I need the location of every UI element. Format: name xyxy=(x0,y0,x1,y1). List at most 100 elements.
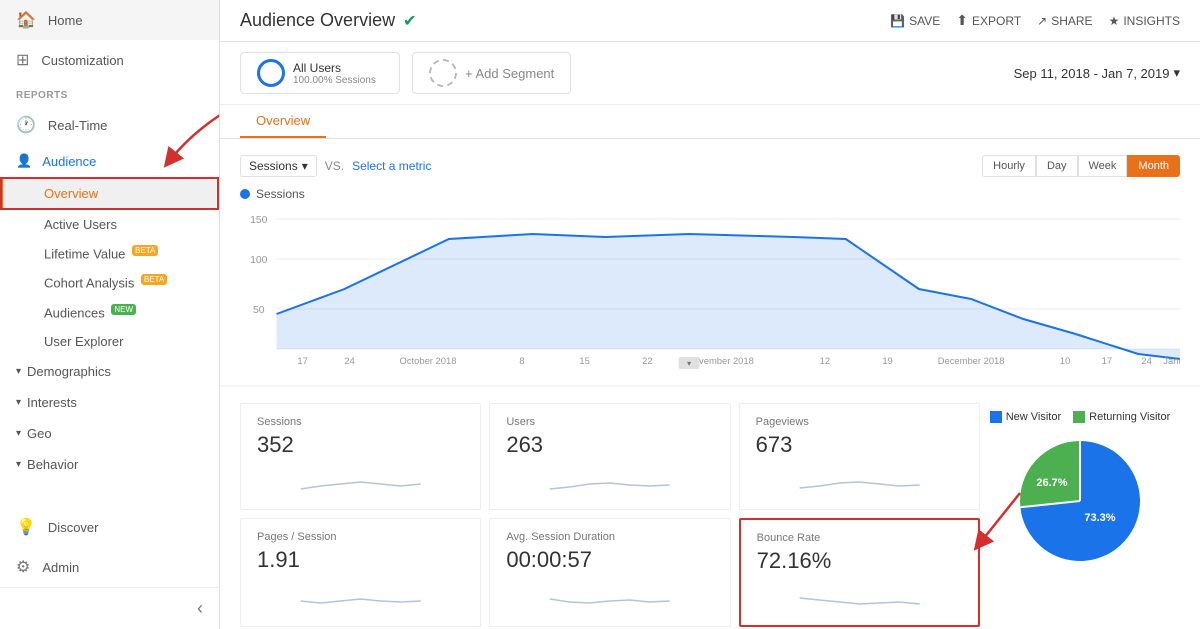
svg-text:150: 150 xyxy=(250,215,268,226)
export-button[interactable]: ⬆ EXPORT xyxy=(956,12,1021,29)
grid-icon: ⊞ xyxy=(16,50,29,70)
page-title-text: Audience Overview xyxy=(240,10,395,31)
pages-session-stat-label: Pages / Session xyxy=(257,531,464,543)
all-users-segment[interactable]: All Users 100.00% Sessions xyxy=(240,52,400,94)
sidebar-item-lifetime-value[interactable]: Lifetime Value BETA xyxy=(0,239,219,268)
add-segment-circle xyxy=(429,59,457,87)
avg-session-stat-value: 00:00:57 xyxy=(506,547,713,573)
lifetime-value-label: Lifetime Value xyxy=(44,246,125,261)
sidebar-item-realtime[interactable]: 🕐 Real-Time xyxy=(0,105,219,145)
svg-text:▾: ▾ xyxy=(687,359,691,368)
active-users-label: Active Users xyxy=(44,217,117,232)
sidebar-item-user-explorer[interactable]: User Explorer xyxy=(0,327,219,356)
stat-card-pages-session: Pages / Session 1.91 xyxy=(240,518,481,627)
svg-text:26.7%: 26.7% xyxy=(1036,477,1067,489)
svg-text:8: 8 xyxy=(519,356,524,366)
date-range-picker[interactable]: Sep 11, 2018 - Jan 7, 2019 ▾ xyxy=(1014,65,1180,81)
bounce-rate-stat-value: 72.16% xyxy=(757,548,962,574)
behavior-label: Behavior xyxy=(27,457,78,472)
sidebar-item-behavior[interactable]: ▾ Behavior xyxy=(0,449,219,480)
sidebar-item-cohort-analysis[interactable]: Cohort Analysis BETA xyxy=(0,268,219,297)
stat-card-users: Users 263 xyxy=(489,403,730,510)
stats-area: Sessions 352 Users 263 Pageviews 673 xyxy=(220,387,1200,629)
pages-session-stat-value: 1.91 xyxy=(257,547,464,573)
admin-icon: ⚙ xyxy=(16,557,30,577)
new-visitor-legend: New Visitor xyxy=(990,411,1061,423)
sidebar-item-audience[interactable]: 👤 Audience xyxy=(0,145,219,177)
insights-button[interactable]: ★ INSIGHTS xyxy=(1109,14,1180,28)
pageviews-stat-label: Pageviews xyxy=(756,416,963,428)
sessions-metric-label: Sessions xyxy=(249,159,298,173)
sidebar-item-customization[interactable]: ⊞ Customization xyxy=(0,40,219,80)
insights-icon: ★ xyxy=(1109,14,1120,28)
sidebar-item-admin[interactable]: ⚙ Admin xyxy=(0,547,219,587)
save-button[interactable]: 💾 SAVE xyxy=(890,14,940,28)
stat-card-avg-session: Avg. Session Duration 00:00:57 xyxy=(489,518,730,627)
sessions-metric-select[interactable]: Sessions ▾ xyxy=(240,155,317,177)
month-button[interactable]: Month xyxy=(1127,155,1180,177)
main-content: Audience Overview ✔ 💾 SAVE ⬆ EXPORT ↗ SH… xyxy=(220,0,1200,629)
returning-visitor-color xyxy=(1073,411,1085,423)
chevron-behavior-icon: ▾ xyxy=(16,459,21,470)
all-users-label: All Users xyxy=(293,61,376,75)
add-segment-button[interactable]: + Add Segment xyxy=(412,52,571,94)
sidebar-item-interests[interactable]: ▾ Interests xyxy=(0,387,219,418)
select-metric-button[interactable]: Select a metric xyxy=(352,159,431,173)
sidebar-item-active-users[interactable]: Active Users xyxy=(0,210,219,239)
sidebar-item-geo[interactable]: ▾ Geo xyxy=(0,418,219,449)
week-button[interactable]: Week xyxy=(1078,155,1128,177)
sessions-stat-value: 352 xyxy=(257,432,464,458)
share-button[interactable]: ↗ SHARE xyxy=(1037,14,1092,28)
svg-text:Janua...: Janua... xyxy=(1163,356,1180,366)
new-visitor-color xyxy=(990,411,1002,423)
share-icon: ↗ xyxy=(1037,14,1047,28)
svg-text:17: 17 xyxy=(1102,356,1112,366)
svg-text:12: 12 xyxy=(820,356,830,366)
svg-text:24: 24 xyxy=(1141,356,1151,366)
demographics-label: Demographics xyxy=(27,364,111,379)
returning-visitor-slice xyxy=(1020,441,1080,507)
segments-date-bar: All Users 100.00% Sessions + Add Segment… xyxy=(220,42,1200,105)
sidebar-item-audiences[interactable]: Audiences NEW xyxy=(0,298,219,327)
sessions-mini-chart xyxy=(257,464,464,494)
stat-card-sessions: Sessions 352 xyxy=(240,403,481,510)
date-range-label: Sep 11, 2018 - Jan 7, 2019 xyxy=(1014,66,1170,81)
sidebar-item-home[interactable]: 🏠 Home xyxy=(0,0,219,40)
content-area: All Users 100.00% Sessions + Add Segment… xyxy=(220,42,1200,629)
insights-label: INSIGHTS xyxy=(1123,14,1180,28)
bounce-rate-mini-chart xyxy=(757,580,962,610)
pie-chart-area: New Visitor Returning Visitor xyxy=(980,403,1180,627)
chart-area: Sessions ▾ VS. Select a metric Hourly Da… xyxy=(220,139,1200,385)
date-range-chevron-icon: ▾ xyxy=(1173,65,1180,81)
new-visitor-label: New Visitor xyxy=(1006,411,1061,423)
svg-text:100: 100 xyxy=(250,255,268,266)
sessions-legend-label: Sessions xyxy=(256,187,305,201)
sidebar: 🏠 Home ⊞ Customization REPORTS 🕐 Real-Ti… xyxy=(0,0,220,629)
all-users-circle xyxy=(257,59,285,87)
pie-legend: New Visitor Returning Visitor xyxy=(990,411,1171,423)
realtime-label: Real-Time xyxy=(48,118,107,133)
verified-icon: ✔ xyxy=(403,11,416,31)
sidebar-item-overview[interactable]: Overview xyxy=(0,177,219,210)
sessions-stat-label: Sessions xyxy=(257,416,464,428)
day-button[interactable]: Day xyxy=(1036,155,1078,177)
svg-text:22: 22 xyxy=(642,356,652,366)
avg-session-mini-chart xyxy=(506,579,713,609)
svg-text:December 2018: December 2018 xyxy=(938,356,1005,366)
home-icon: 🏠 xyxy=(16,10,36,30)
stat-card-bounce-rate: Bounce Rate 72.16% xyxy=(739,518,980,627)
export-icon: ⬆ xyxy=(956,12,968,29)
collapse-sidebar-button[interactable]: ‹ xyxy=(0,587,219,629)
sidebar-item-customization-label: Customization xyxy=(41,53,123,68)
sidebar-item-demographics[interactable]: ▾ Demographics xyxy=(0,356,219,387)
discover-label: Discover xyxy=(48,520,99,535)
returning-visitor-label: Returning Visitor xyxy=(1089,411,1170,423)
chart-area-fill xyxy=(277,234,1180,359)
hourly-button[interactable]: Hourly xyxy=(982,155,1036,177)
tab-overview[interactable]: Overview xyxy=(240,105,326,138)
sidebar-item-discover[interactable]: 💡 Discover xyxy=(0,507,219,547)
svg-text:15: 15 xyxy=(579,356,589,366)
chart-legend: Sessions xyxy=(240,187,1180,201)
save-label: SAVE xyxy=(909,14,940,28)
overview-tab-bar: Overview xyxy=(220,105,1200,139)
